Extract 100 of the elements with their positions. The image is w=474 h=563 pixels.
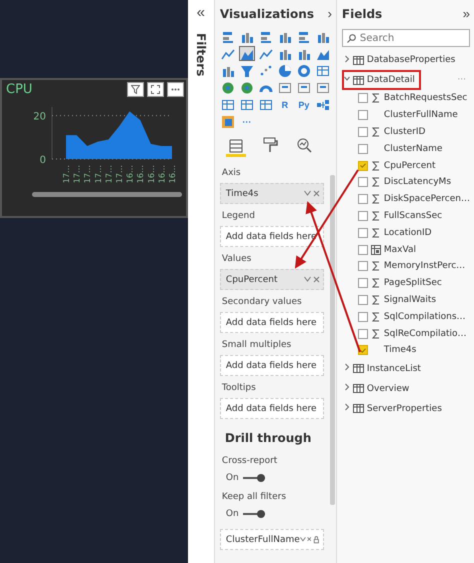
table-row[interactable]: DatabaseProperties [342, 50, 462, 70]
field-checkbox[interactable] [358, 328, 368, 339]
visual-type-button[interactable]: R [276, 97, 293, 112]
field-checkbox[interactable] [358, 228, 368, 238]
field-checkbox[interactable] [358, 110, 368, 120]
bar-chart-icon [220, 30, 235, 44]
drop-field[interactable]: Add data fields here [220, 398, 324, 419]
table-chart-icon [240, 98, 254, 112]
field-item[interactable]: PageSplitSec [342, 274, 470, 292]
collapse-button[interactable]: « [196, 4, 205, 21]
table-icon [352, 404, 364, 414]
visual-type-button[interactable] [276, 63, 293, 78]
visual-type-button[interactable] [238, 80, 255, 95]
horizontal-scrollbar[interactable] [32, 192, 182, 197]
field-checkbox[interactable] [358, 210, 368, 221]
vertical-scrollbar[interactable] [330, 175, 335, 505]
field-item[interactable]: DiskSpacePercen… [342, 190, 470, 208]
field-item[interactable]: SqlCompilations… [342, 308, 470, 326]
visual-type-button[interactable] [220, 97, 236, 112]
field-checkbox[interactable] [358, 126, 368, 137]
magnifier-chart-icon [296, 137, 312, 153]
field-checkbox[interactable] [358, 194, 368, 204]
field-item[interactable]: ClusterID [342, 124, 470, 140]
visual-type-button[interactable] [296, 63, 312, 78]
visual-type-button[interactable] [258, 63, 274, 78]
search-field[interactable]: Search [342, 29, 470, 47]
field-item[interactable]: BatchRequestsSec [342, 90, 470, 107]
field-well[interactable]: CpuPercent [220, 269, 324, 290]
visual-type-button[interactable] [238, 63, 255, 78]
x-tick-label: 16… [136, 165, 146, 184]
visual-type-button[interactable] [258, 97, 274, 112]
field-checkbox[interactable] [358, 93, 368, 104]
sigma-icon [372, 210, 380, 221]
field-item[interactable]: SqlReCompilatio… [342, 325, 470, 342]
well-label: Tooltips [222, 383, 257, 393]
field-item[interactable]: ClusterFullName [342, 106, 470, 124]
toggle-label: Keep all filters [222, 492, 288, 502]
search-input[interactable]: Search [360, 32, 450, 44]
toggle-switch[interactable] [242, 510, 265, 518]
focus-mode-icon[interactable] [146, 82, 164, 97]
pane-title: Fields [342, 6, 382, 20]
filter-icon[interactable] [126, 82, 144, 97]
visual-type-button[interactable] [220, 114, 236, 129]
field-item[interactable]: FullScansSec [342, 208, 470, 224]
field-item[interactable]: DiscLatencyMs [342, 174, 470, 191]
toggle-switch[interactable] [242, 474, 265, 482]
field-checkbox[interactable] [358, 177, 368, 188]
visual-type-button[interactable] [314, 97, 331, 112]
table-row[interactable]: ServerProperties [342, 398, 448, 419]
x-tick-label: 16… [146, 165, 156, 184]
field-item[interactable]: MemoryInstPerc… [342, 258, 470, 275]
field-item[interactable]: ClusterName [342, 140, 470, 158]
visual-type-button[interactable] [296, 80, 312, 95]
field-item[interactable]: Time4s [342, 342, 470, 359]
field-checkbox[interactable] [358, 144, 368, 154]
search-icon [346, 34, 356, 42]
field-checkbox[interactable] [358, 294, 368, 305]
expand-button[interactable]: › [328, 6, 332, 21]
y-tick-label: 20 [33, 112, 46, 123]
chevron-down-icon[interactable] [304, 190, 320, 197]
field-checkbox[interactable] [358, 312, 368, 322]
custom-chart-icon [220, 114, 235, 128]
visual-type-button[interactable] [276, 80, 293, 95]
field-checkbox[interactable] [358, 160, 368, 171]
sigma-icon [372, 328, 380, 339]
field-well[interactable]: ClusterFullName [220, 529, 324, 550]
visual-type-button[interactable] [314, 63, 331, 78]
line-chart-icon [220, 46, 235, 60]
table-row[interactable]: InstanceList [342, 358, 427, 379]
field-checkbox[interactable] [358, 244, 368, 255]
field-checkbox[interactable] [358, 261, 368, 272]
chevron-down-icon[interactable] [304, 276, 320, 283]
fields-tab[interactable] [226, 137, 246, 157]
chart-card[interactable]: CPU 0 20 17… 17… 17… 17… 17… 17… 16… 16… 16… 16… 16… [0, 78, 188, 218]
filters-pane-label[interactable]: Filters [194, 33, 208, 76]
drop-field[interactable]: Add data fields here [220, 355, 324, 376]
sigma-icon [372, 294, 380, 305]
field-item[interactable]: SignalWaits [342, 292, 470, 308]
well-label: Secondary values [222, 297, 303, 307]
table-row[interactable]: DataDetail [342, 70, 421, 90]
field-item[interactable]: MaxVal [342, 241, 470, 258]
collapse-button[interactable]: » [462, 6, 470, 21]
field-item[interactable]: LocationID [342, 224, 470, 242]
field-item[interactable]: CpuPercent [342, 157, 470, 174]
visual-type-button[interactable] [314, 80, 331, 95]
visual-type-button[interactable] [220, 80, 236, 95]
field-checkbox[interactable] [358, 278, 368, 288]
visual-type-button[interactable] [238, 46, 255, 61]
drop-field[interactable]: Add data fields here [220, 312, 324, 333]
chevron-close-lock-icon[interactable] [300, 535, 320, 544]
visual-type-button[interactable]: ··· [238, 114, 255, 129]
line-chart-icon [258, 46, 273, 60]
visual-type-button[interactable]: Py [296, 97, 312, 112]
table-chart-icon [258, 98, 273, 112]
table-chart-icon [316, 64, 330, 78]
table-row[interactable]: Overview [342, 378, 416, 399]
visual-type-button[interactable] [238, 97, 255, 112]
paint-roller-icon [262, 137, 278, 153]
more-options-icon[interactable] [166, 82, 184, 97]
field-well[interactable]: Time4s [220, 183, 324, 204]
